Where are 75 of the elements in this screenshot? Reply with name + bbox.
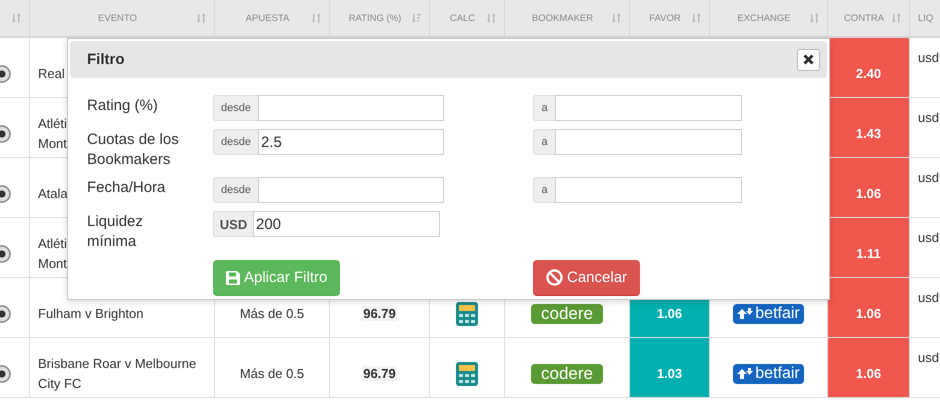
liquidity-value: usd — [918, 290, 939, 305]
input-addon: USD — [213, 211, 253, 237]
sort-icon[interactable] — [892, 12, 901, 24]
event-name: Atléti Mont — [38, 114, 67, 152]
contra-odds: 1.06 — [828, 158, 910, 218]
input-addon: a — [533, 95, 555, 121]
input-addon: desde — [213, 177, 258, 203]
exchange-name: betfair — [755, 304, 800, 322]
input-field[interactable] — [258, 177, 444, 203]
event-name: Brisbane Roar v Melbourne City FC — [38, 354, 198, 393]
input-addon: a — [533, 177, 555, 203]
column-header[interactable]: RATING (%) — [330, 0, 430, 38]
column-header[interactable]: APUESTA — [215, 0, 330, 38]
bookmaker-logo: codere — [531, 304, 603, 324]
bet-type: Más de 0.5 — [240, 366, 304, 381]
exchange-name: betfair — [755, 364, 800, 382]
input-addon: a — [533, 129, 555, 155]
input-field[interactable] — [555, 95, 742, 121]
event-name: Fulham v Brighton — [38, 304, 144, 323]
input-addon: desde — [213, 95, 258, 121]
sorted-icon[interactable] — [412, 12, 421, 24]
arrows-icon — [737, 308, 754, 320]
sort-icon[interactable] — [12, 12, 21, 24]
event-name: Atléti Mont — [38, 234, 67, 272]
column-header[interactable]: BOOKMAKER — [505, 0, 630, 38]
input-field[interactable] — [555, 129, 742, 155]
sort-icon[interactable] — [692, 12, 701, 24]
sort-icon[interactable] — [612, 12, 621, 24]
rating-value: 96.79 — [362, 306, 397, 321]
event-name: Real — [38, 64, 65, 82]
field-label: Cuotas de los Bookmakers — [87, 130, 180, 170]
column-header[interactable]: CALC — [430, 0, 505, 38]
save-icon — [226, 270, 240, 284]
column-header[interactable] — [0, 0, 30, 38]
contra-odds: 1.43 — [828, 98, 910, 158]
modal-title: Filtro — [87, 51, 124, 68]
column-header[interactable]: EXCHANGE — [710, 0, 828, 38]
input-field[interactable]: 2.5 — [258, 129, 444, 155]
bet-type: Más de 0.5 — [240, 306, 304, 321]
contra-odds: 2.40 — [828, 38, 910, 98]
column-header: LIQ — [910, 0, 940, 38]
field-label: Fecha/Hora — [87, 178, 166, 198]
ban-icon — [546, 269, 563, 286]
calculator-icon[interactable] — [455, 360, 479, 386]
arrows-icon — [737, 368, 754, 380]
close-button[interactable] — [797, 48, 820, 70]
bookmaker-logo: codere — [531, 364, 603, 384]
calculator-icon[interactable] — [455, 300, 479, 326]
liquidity-value: usd — [918, 230, 939, 245]
sort-icon[interactable] — [312, 12, 321, 24]
liquidity-value: usd — [918, 50, 939, 65]
sort-icon[interactable] — [810, 12, 819, 24]
rating-value: 96.79 — [362, 366, 397, 381]
liquidity-value: usd — [918, 170, 939, 185]
sort-icon[interactable] — [197, 12, 206, 24]
sort-icon[interactable] — [487, 12, 496, 24]
apply-button[interactable]: Aplicar Filtro — [213, 260, 340, 296]
field-label: Liquidez mínima — [87, 212, 144, 252]
liquidity-value: usd — [918, 350, 939, 365]
contra-odds: 1.06 — [828, 338, 910, 398]
contra-odds: 1.11 — [828, 218, 910, 278]
column-header[interactable]: FAVOR — [630, 0, 710, 38]
input-field[interactable] — [555, 177, 742, 203]
input-field[interactable] — [258, 95, 444, 121]
column-header[interactable]: EVENTO — [30, 0, 215, 38]
close-icon — [803, 54, 814, 65]
contra-odds: 1.06 — [828, 278, 910, 338]
column-header[interactable]: CONTRA — [828, 0, 910, 38]
input-addon: desde — [213, 129, 258, 155]
cancel-button[interactable]: Cancelar — [533, 260, 640, 296]
liquidity-value: usd — [918, 110, 939, 125]
input-field[interactable]: 200 — [253, 211, 440, 237]
favor-odds: 1.03 — [630, 338, 710, 398]
event-name: Atala — [38, 184, 68, 202]
field-label: Rating (%) — [87, 96, 159, 116]
